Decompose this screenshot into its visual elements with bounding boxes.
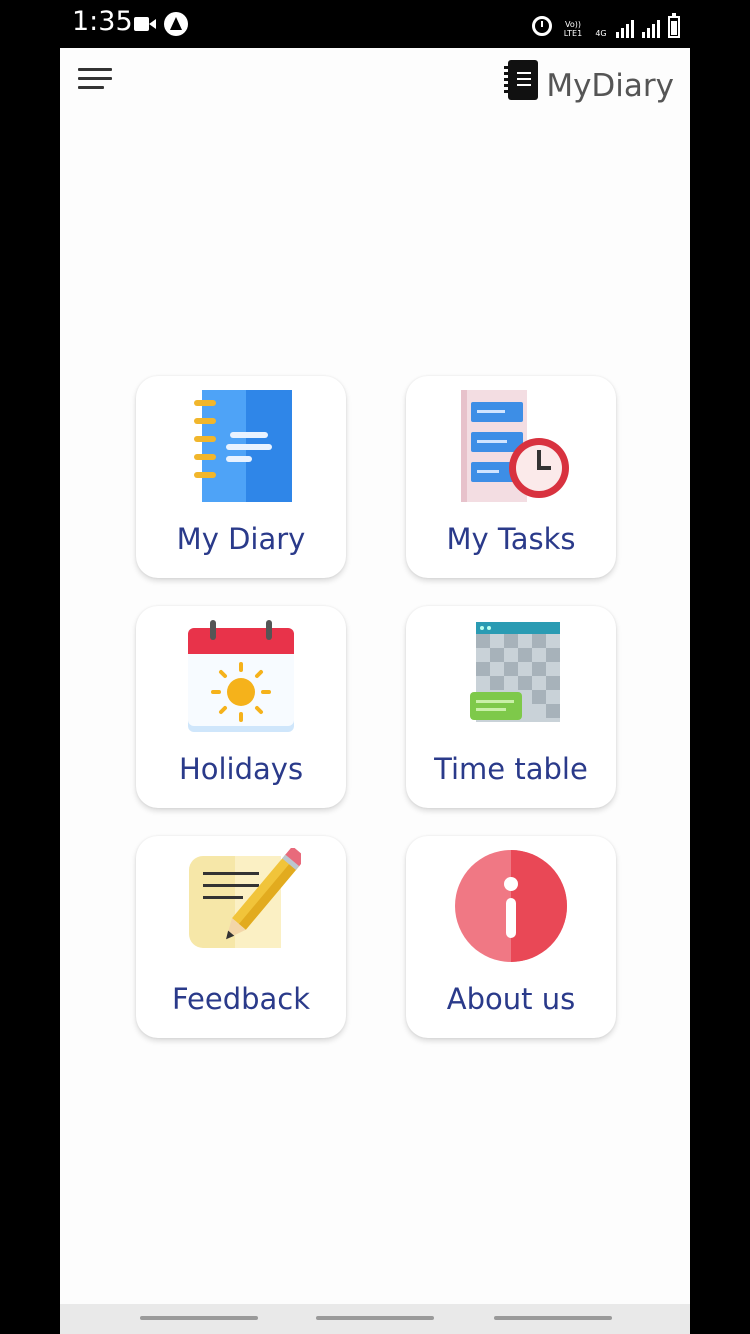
video-camera-icon xyxy=(134,15,156,33)
tile-label: Holidays xyxy=(178,752,304,786)
info-icon xyxy=(406,846,616,966)
tile-label: About us xyxy=(446,982,576,1016)
brand: MyDiary xyxy=(504,56,674,104)
app-title: MyDiary xyxy=(546,68,674,104)
navigation-bar xyxy=(60,1304,690,1334)
tile-label: My Tasks xyxy=(446,522,576,556)
diary-logo-icon xyxy=(504,60,539,100)
tile-my-diary[interactable]: My Diary xyxy=(136,376,346,578)
navigation-icon xyxy=(164,12,188,36)
task-clock-icon xyxy=(406,386,616,506)
status-bar: 1:35 Vo)) LTE1 4G xyxy=(60,0,690,48)
status-time: 1:35 xyxy=(72,6,133,37)
tile-my-tasks[interactable]: My Tasks xyxy=(406,376,616,578)
notebook-icon xyxy=(136,386,346,506)
status-right-icons: Vo)) LTE1 4G xyxy=(532,10,680,38)
battery-icon xyxy=(668,13,680,38)
note-pencil-icon xyxy=(136,846,346,966)
signal-icon-2 xyxy=(642,18,660,38)
tile-about-us[interactable]: About us xyxy=(406,836,616,1038)
tile-holidays[interactable]: Holidays xyxy=(136,606,346,808)
tile-feedback[interactable]: Feedback xyxy=(136,836,346,1038)
tile-label: Time table xyxy=(434,752,588,786)
volte-label: Vo)) LTE1 xyxy=(563,20,583,38)
status-left-icons xyxy=(134,12,188,36)
4g-label: 4G xyxy=(595,29,607,38)
menu-grid: My Diary My Tasks Holidays Time table Fe… xyxy=(136,376,616,1038)
alarm-icon xyxy=(532,16,552,36)
app-screen: MyDiary My Diary My Tasks Holidays Time … xyxy=(60,48,690,1334)
nav-handle-right[interactable] xyxy=(494,1316,612,1320)
phone-frame: 1:35 Vo)) LTE1 4G MyDiary My Diary My Ta… xyxy=(0,0,750,1334)
tile-time-table[interactable]: Time table xyxy=(406,606,616,808)
signal-icon xyxy=(616,18,634,38)
tile-label: My Diary xyxy=(176,522,306,556)
timetable-grid-icon xyxy=(406,616,616,736)
nav-handle-center[interactable] xyxy=(316,1316,434,1320)
hamburger-menu-icon[interactable] xyxy=(78,68,112,92)
nav-handle-left[interactable] xyxy=(140,1316,258,1320)
calendar-sun-icon xyxy=(136,616,346,736)
tile-label: Feedback xyxy=(171,982,311,1016)
